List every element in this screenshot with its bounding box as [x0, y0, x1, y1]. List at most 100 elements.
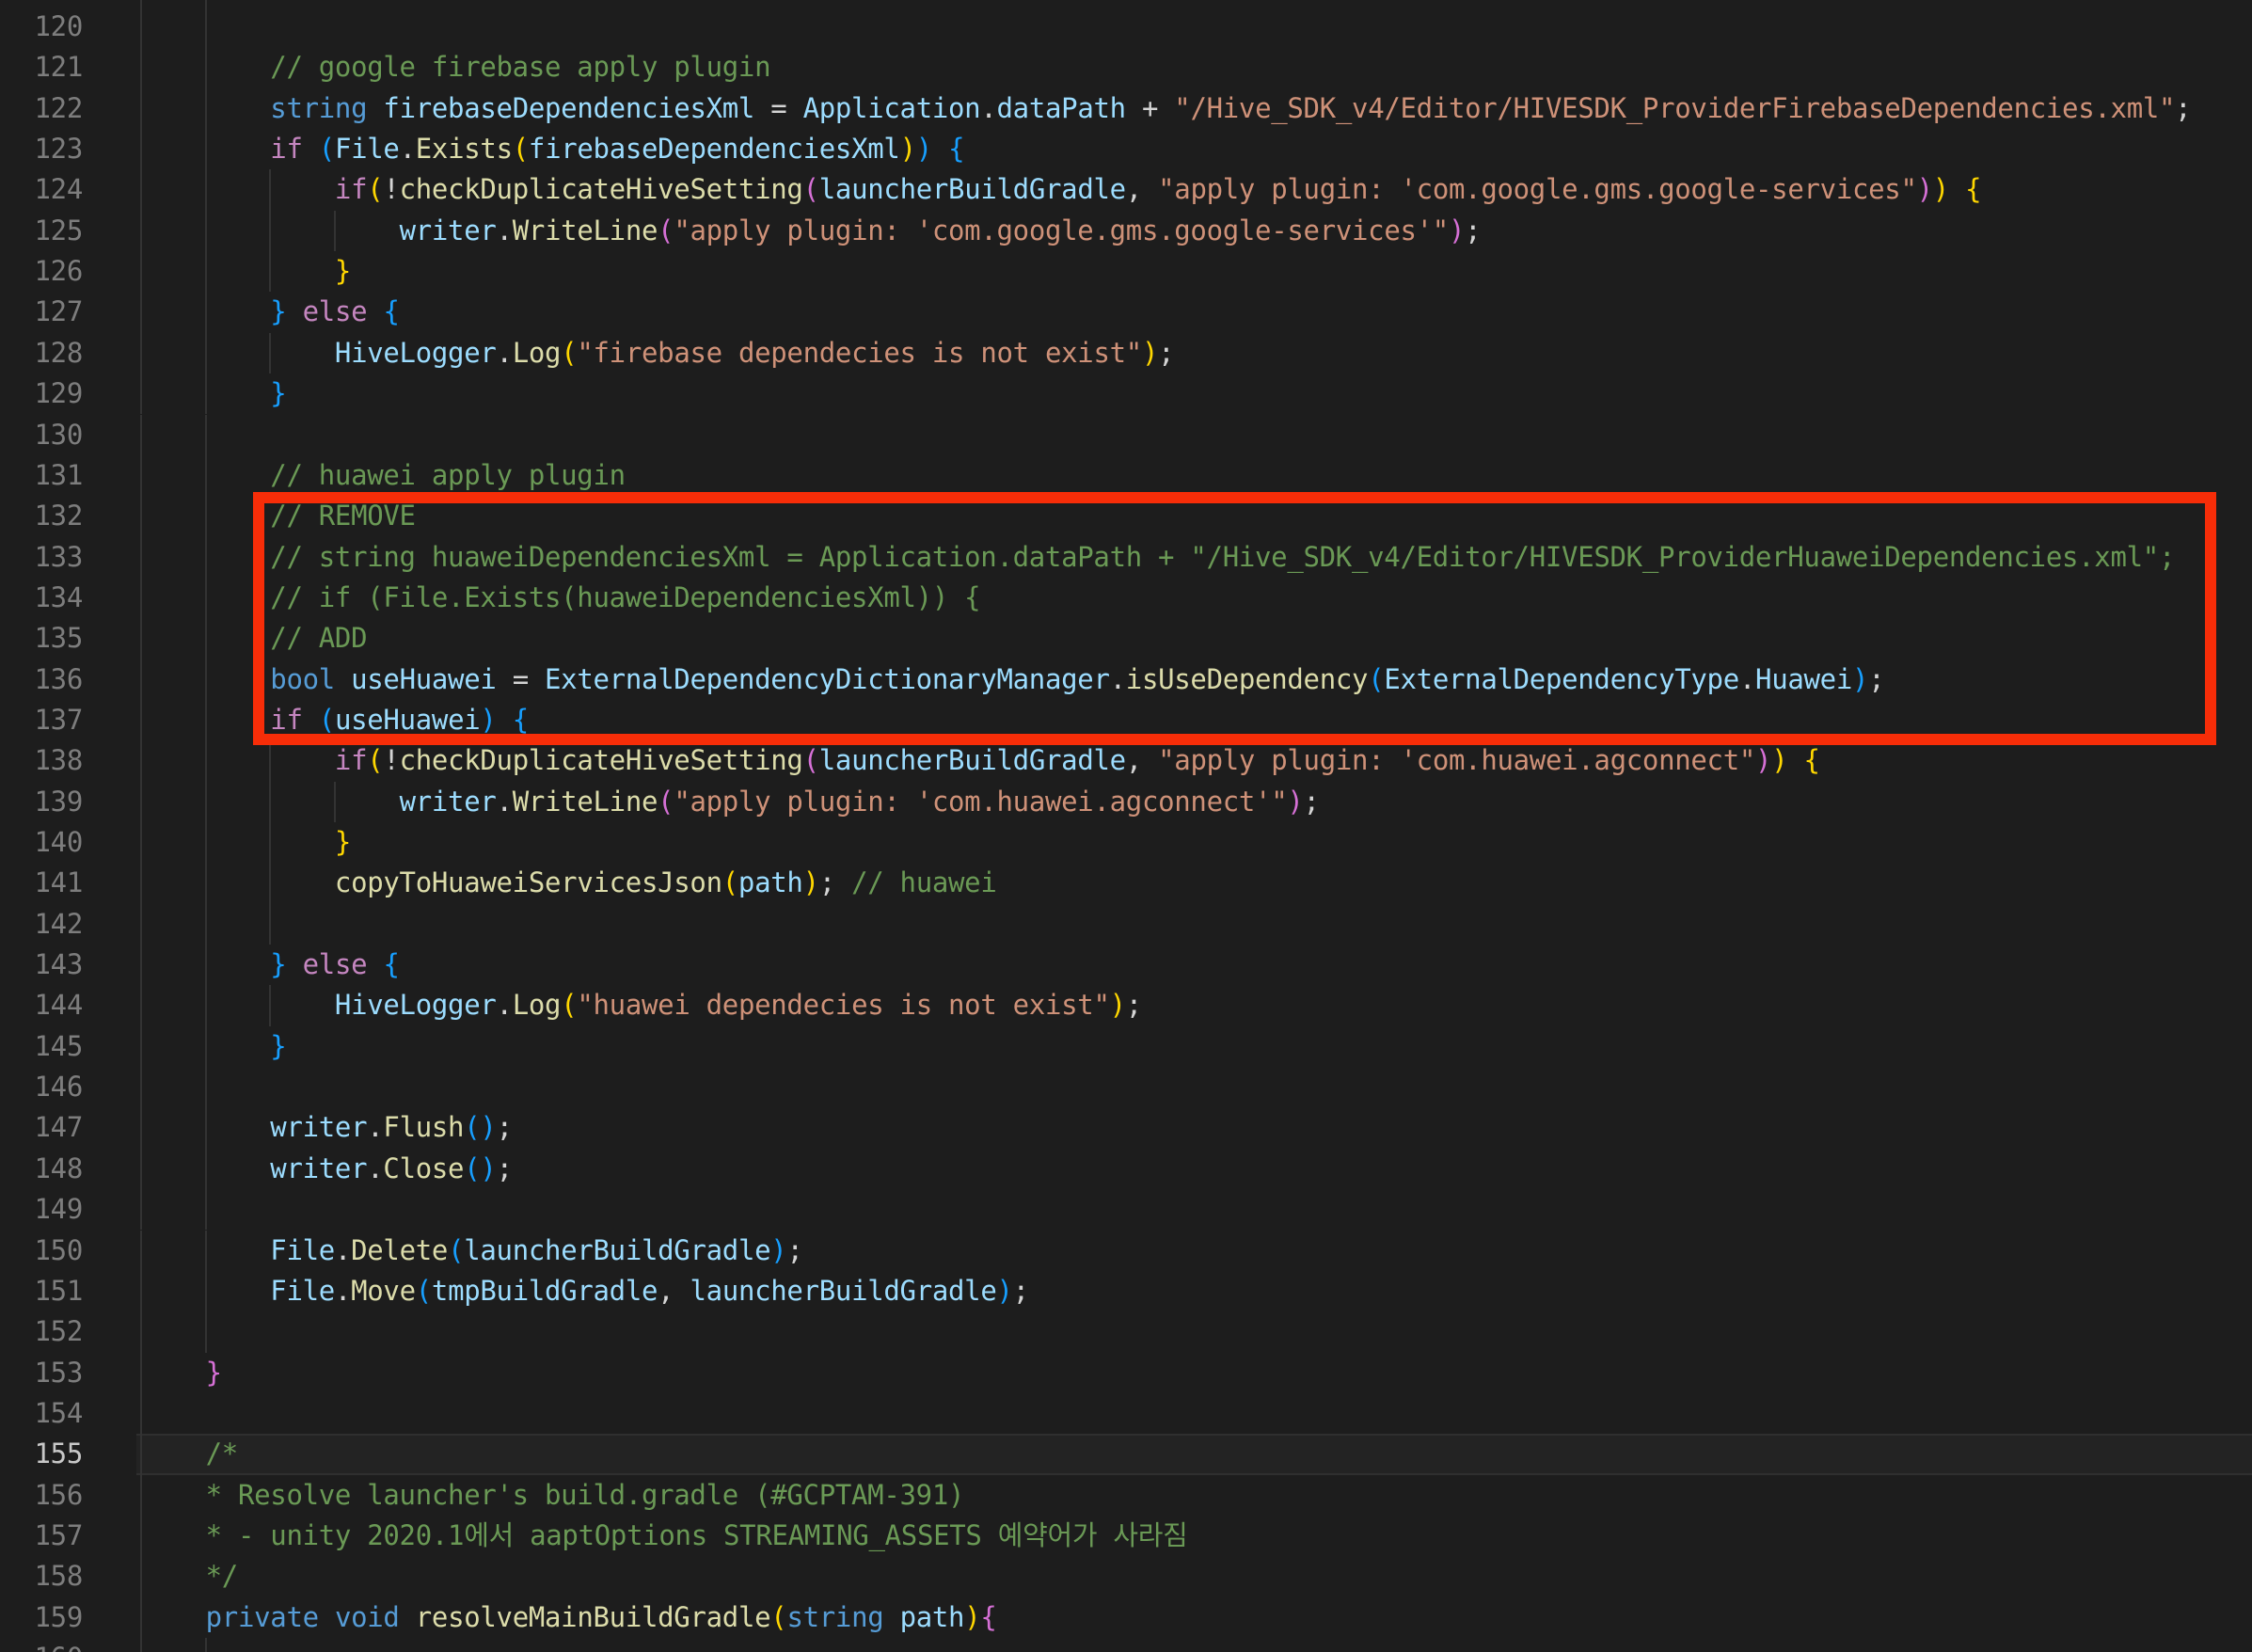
code-line-140[interactable]: 140 }: [0, 822, 2252, 863]
code-line-145[interactable]: 145 }: [0, 1026, 2252, 1067]
code-line-144[interactable]: 144 HiveLogger.Log("huawei dependecies i…: [0, 985, 2252, 1025]
code-line-120[interactable]: 120: [0, 7, 2252, 47]
line-number[interactable]: 121: [0, 47, 83, 87]
code-line-129[interactable]: 129 }: [0, 373, 2252, 414]
code-line-126[interactable]: 126 }: [0, 251, 2252, 292]
code-line-150[interactable]: 150 File.Delete(launcherBuildGradle);: [0, 1231, 2252, 1271]
line-number[interactable]: 135: [0, 618, 83, 659]
line-number[interactable]: 137: [0, 700, 83, 740]
token: // REMOVE: [270, 500, 415, 532]
line-number[interactable]: 144: [0, 985, 83, 1025]
code-line-138[interactable]: 138 if(!checkDuplicateHiveSetting(launch…: [0, 740, 2252, 781]
line-number[interactable]: 124: [0, 169, 83, 210]
code-line-127[interactable]: 127 } else {: [0, 292, 2252, 332]
token: "apply plugin: 'com.google.gms.google-se…: [674, 214, 1449, 246]
line-number[interactable]: 158: [0, 1556, 83, 1596]
code-line-151[interactable]: 151 File.Move(tmpBuildGradle, launcherBu…: [0, 1271, 2252, 1311]
line-number[interactable]: 123: [0, 129, 83, 169]
code-editor[interactable]: 119 }120121 // google firebase apply plu…: [0, 0, 2252, 1652]
code-line-154[interactable]: 154: [0, 1393, 2252, 1434]
indent-guide: [140, 904, 142, 945]
line-number[interactable]: 153: [0, 1353, 83, 1393]
token: [1949, 173, 1965, 205]
code-line-155[interactable]: 155 /*: [0, 1434, 2252, 1474]
token: ;: [1013, 1275, 1029, 1307]
token: .: [497, 989, 513, 1021]
line-number[interactable]: 133: [0, 537, 83, 578]
token: WriteLine: [513, 214, 658, 246]
code-line-149[interactable]: 149: [0, 1189, 2252, 1230]
line-number[interactable]: 159: [0, 1597, 83, 1638]
code-line-143[interactable]: 143 } else {: [0, 945, 2252, 985]
line-number[interactable]: 150: [0, 1231, 83, 1271]
token: (: [561, 337, 577, 369]
code-line-139[interactable]: 139 writer.WriteLine("apply plugin: 'com…: [0, 782, 2252, 822]
code-line-141[interactable]: 141 copyToHuaweiServicesJson(path); // h…: [0, 863, 2252, 903]
token: WriteLine: [513, 786, 658, 818]
code-line-137[interactable]: 137 if (useHuawei) {: [0, 700, 2252, 740]
line-number[interactable]: 139: [0, 782, 83, 822]
token: ): [803, 866, 819, 898]
code-line-130[interactable]: 130: [0, 415, 2252, 455]
line-number[interactable]: 138: [0, 740, 83, 781]
indent-guide: [205, 1311, 207, 1352]
code-line-123[interactable]: 123 if (File.Exists(firebaseDependencies…: [0, 129, 2252, 169]
code-line-146[interactable]: 146: [0, 1067, 2252, 1107]
line-number[interactable]: 151: [0, 1271, 83, 1311]
line-number[interactable]: 160: [0, 1638, 83, 1652]
line-number[interactable]: 145: [0, 1026, 83, 1067]
line-number[interactable]: 136: [0, 659, 83, 700]
line-number[interactable]: 131: [0, 455, 83, 496]
line-number[interactable]: 126: [0, 251, 83, 292]
line-number[interactable]: 125: [0, 211, 83, 251]
line-number[interactable]: 157: [0, 1516, 83, 1556]
line-number[interactable]: 148: [0, 1149, 83, 1189]
code-line-160[interactable]: 160: [0, 1638, 2252, 1652]
line-number[interactable]: 122: [0, 88, 83, 129]
code-line-135[interactable]: 135 // ADD: [0, 618, 2252, 659]
line-number[interactable]: 152: [0, 1311, 83, 1352]
code-line-134[interactable]: 134 // if (File.Exists(huaweiDependencie…: [0, 578, 2252, 618]
code-line-132[interactable]: 132 // REMOVE: [0, 496, 2252, 536]
line-number[interactable]: 154: [0, 1393, 83, 1434]
code-line-158[interactable]: 158 */: [0, 1556, 2252, 1596]
code-line-121[interactable]: 121 // google firebase apply plugin: [0, 47, 2252, 87]
code-line-128[interactable]: 128 HiveLogger.Log("firebase dependecies…: [0, 333, 2252, 373]
line-number[interactable]: 141: [0, 863, 83, 903]
line-number[interactable]: 134: [0, 578, 83, 618]
line-number[interactable]: 130: [0, 415, 83, 455]
code-line-142[interactable]: 142: [0, 904, 2252, 945]
line-number[interactable]: 142: [0, 904, 83, 945]
code-line-156[interactable]: 156 * Resolve launcher's build.gradle (#…: [0, 1475, 2252, 1516]
code-line-157[interactable]: 157 * - unity 2020.1에서 aaptOptions STREA…: [0, 1516, 2252, 1556]
line-number[interactable]: 147: [0, 1107, 83, 1148]
code-line-133[interactable]: 133 // string huaweiDependenciesXml = Ap…: [0, 537, 2252, 578]
line-number[interactable]: 127: [0, 292, 83, 332]
line-number[interactable]: 140: [0, 822, 83, 863]
code-line-147[interactable]: 147 writer.Flush();: [0, 1107, 2252, 1148]
line-number[interactable]: 119: [0, 0, 83, 7]
code-line-119[interactable]: 119 }: [0, 0, 2252, 7]
code-line-131[interactable]: 131 // huawei apply plugin: [0, 455, 2252, 496]
code-line-148[interactable]: 148 writer.Close();: [0, 1149, 2252, 1189]
code-line-152[interactable]: 152: [0, 1311, 2252, 1352]
line-number[interactable]: 120: [0, 7, 83, 47]
line-number[interactable]: 155: [0, 1434, 83, 1474]
line-number[interactable]: 132: [0, 496, 83, 536]
code-line-153[interactable]: 153 }: [0, 1353, 2252, 1393]
token: // string huaweiDependenciesXml = Applic…: [270, 541, 2175, 573]
code-line-124[interactable]: 124 if(!checkDuplicateHiveSetting(launch…: [0, 169, 2252, 210]
code-line-122[interactable]: 122 string firebaseDependenciesXml = App…: [0, 88, 2252, 129]
token: [319, 1601, 335, 1633]
code-line-136[interactable]: 136 bool useHuawei = ExternalDependencyD…: [0, 659, 2252, 700]
line-number[interactable]: 129: [0, 373, 83, 414]
code-line-159[interactable]: 159 private void resolveMainBuildGradle(…: [0, 1597, 2252, 1638]
line-number[interactable]: 128: [0, 333, 83, 373]
line-number[interactable]: 149: [0, 1189, 83, 1230]
code-line-125[interactable]: 125 writer.WriteLine("apply plugin: 'com…: [0, 211, 2252, 251]
token: {: [383, 295, 399, 327]
token: .: [497, 337, 513, 369]
line-number[interactable]: 143: [0, 945, 83, 985]
line-number[interactable]: 146: [0, 1067, 83, 1107]
line-number[interactable]: 156: [0, 1475, 83, 1516]
